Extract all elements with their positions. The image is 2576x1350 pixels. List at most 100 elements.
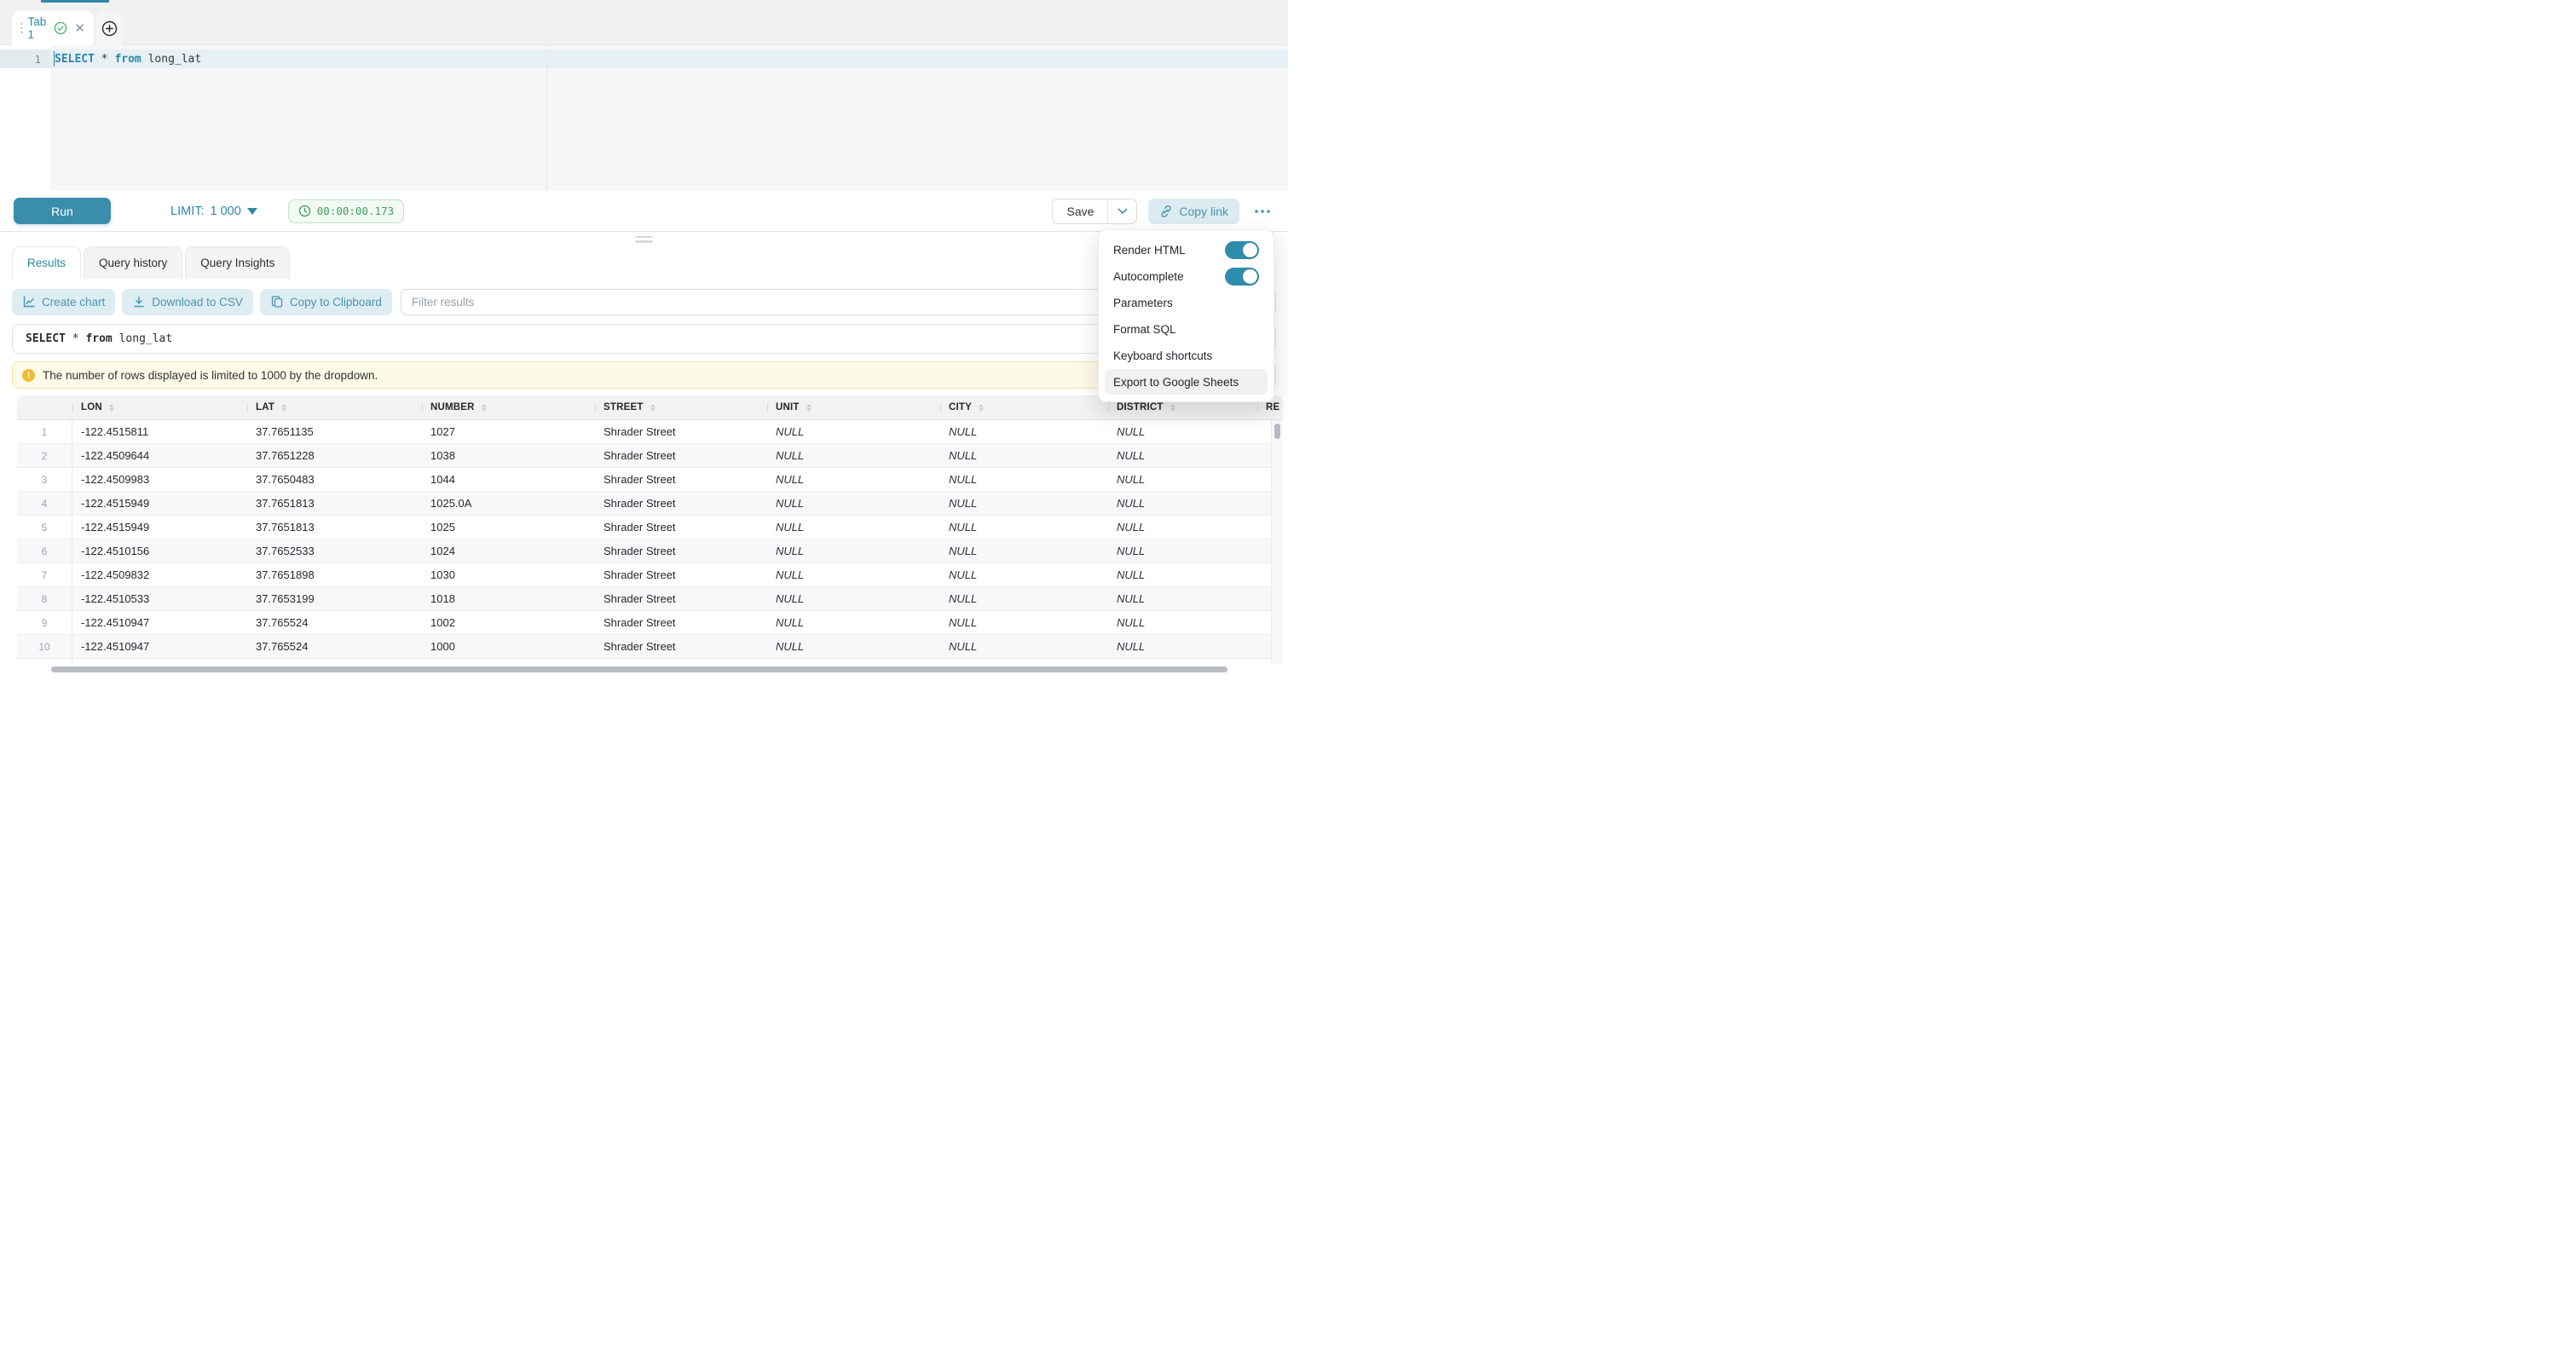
city-cell[interactable]: NULL bbox=[940, 420, 1108, 443]
row-number-cell[interactable]: 5 bbox=[17, 516, 72, 539]
district-cell[interactable]: NULL bbox=[1108, 492, 1257, 515]
city-cell[interactable]: NULL bbox=[940, 587, 1108, 610]
sort-icon[interactable] bbox=[109, 404, 114, 412]
street-cell[interactable]: Shrader Street bbox=[595, 587, 767, 610]
column-header-city[interactable]: CITY bbox=[940, 395, 1108, 419]
district-cell[interactable]: NULL bbox=[1108, 420, 1257, 443]
lon-cell[interactable]: -122.4515949 bbox=[72, 492, 247, 515]
lon-cell[interactable]: -122.4509832 bbox=[72, 563, 247, 586]
lat-cell[interactable]: 37.7651813 bbox=[247, 516, 422, 539]
unit-cell[interactable]: NULL bbox=[767, 444, 940, 467]
drag-handle-icon[interactable] bbox=[20, 23, 23, 34]
lat-cell[interactable]: 37.7651898 bbox=[247, 563, 422, 586]
row-number-cell[interactable]: 7 bbox=[17, 563, 72, 586]
city-cell[interactable]: NULL bbox=[940, 516, 1108, 539]
street-cell[interactable]: Shrader Street bbox=[595, 563, 767, 586]
district-cell[interactable]: NULL bbox=[1108, 444, 1257, 467]
number-cell[interactable]: 1018 bbox=[422, 587, 595, 610]
sort-icon[interactable] bbox=[650, 404, 656, 412]
district-cell[interactable]: NULL bbox=[1108, 635, 1257, 658]
results-tab[interactable]: Query history bbox=[84, 246, 182, 279]
menu-item[interactable]: Autocomplete bbox=[1105, 263, 1268, 289]
street-cell[interactable]: Shrader Street bbox=[595, 516, 767, 539]
sort-icon[interactable] bbox=[482, 404, 487, 412]
menu-item[interactable]: Format SQL bbox=[1105, 316, 1268, 342]
save-button[interactable]: Save bbox=[1053, 199, 1107, 223]
row-number-cell[interactable]: 3 bbox=[17, 468, 72, 491]
unit-cell[interactable]: NULL bbox=[767, 563, 940, 586]
row-number-cell[interactable]: 1 bbox=[17, 420, 72, 443]
lon-cell[interactable]: -122.4510533 bbox=[72, 587, 247, 610]
number-cell[interactable]: 1024 bbox=[422, 539, 595, 562]
sort-icon[interactable] bbox=[281, 404, 286, 412]
query-tab[interactable]: Tab 1 ✕ bbox=[12, 11, 94, 45]
sql-code-editor[interactable]: 1 SELECT * from long_lat bbox=[0, 45, 1288, 191]
menu-item[interactable]: Parameters bbox=[1105, 290, 1268, 315]
unit-cell[interactable]: NULL bbox=[767, 468, 940, 491]
city-cell[interactable]: NULL bbox=[940, 444, 1108, 467]
column-header-lon[interactable]: LON bbox=[72, 395, 247, 419]
results-tab[interactable]: Results bbox=[12, 246, 81, 279]
menu-item[interactable]: Export to Google Sheets bbox=[1105, 369, 1268, 395]
copy-link-button[interactable]: Copy link bbox=[1148, 199, 1239, 224]
limit-dropdown[interactable]: LIMIT: 1 000 bbox=[170, 205, 257, 218]
horizontal-scrollbar[interactable] bbox=[17, 664, 1283, 675]
number-cell[interactable]: 1030 bbox=[422, 563, 595, 586]
toggle-switch-on[interactable] bbox=[1225, 241, 1259, 259]
lat-cell[interactable]: 37.7651135 bbox=[247, 420, 422, 443]
run-button[interactable]: Run bbox=[14, 198, 111, 224]
lat-cell[interactable]: 37.765524 bbox=[247, 635, 422, 658]
district-cell[interactable]: NULL bbox=[1108, 539, 1257, 562]
lon-cell[interactable]: -122.4515949 bbox=[72, 516, 247, 539]
unit-cell[interactable]: NULL bbox=[767, 420, 940, 443]
number-cell[interactable]: 1025.0A bbox=[422, 492, 595, 515]
row-number-cell[interactable]: 8 bbox=[17, 587, 72, 610]
city-cell[interactable]: NULL bbox=[940, 539, 1108, 562]
number-cell[interactable]: 1025 bbox=[422, 516, 595, 539]
vertical-scrollbar-thumb[interactable] bbox=[1274, 424, 1280, 439]
street-cell[interactable]: Shrader Street bbox=[595, 635, 767, 658]
street-cell[interactable]: Shrader Street bbox=[595, 539, 767, 562]
close-tab-icon[interactable]: ✕ bbox=[74, 22, 85, 35]
sort-icon[interactable] bbox=[979, 404, 984, 412]
city-cell[interactable]: NULL bbox=[940, 611, 1108, 634]
district-cell[interactable]: NULL bbox=[1108, 587, 1257, 610]
sort-icon[interactable] bbox=[1170, 404, 1175, 412]
menu-item[interactable]: Render HTML bbox=[1105, 237, 1268, 262]
save-options-button[interactable] bbox=[1107, 199, 1136, 223]
lat-cell[interactable]: 37.7651228 bbox=[247, 444, 422, 467]
lon-cell[interactable]: -122.4509644 bbox=[72, 444, 247, 467]
number-cell[interactable]: 1038 bbox=[422, 444, 595, 467]
row-number-cell[interactable]: 10 bbox=[17, 635, 72, 658]
new-tab-button[interactable] bbox=[96, 11, 122, 45]
row-number-cell[interactable]: 9 bbox=[17, 611, 72, 634]
lat-cell[interactable]: 37.765524 bbox=[247, 611, 422, 634]
unit-cell[interactable]: NULL bbox=[767, 611, 940, 634]
row-number-cell[interactable]: 2 bbox=[17, 444, 72, 467]
lon-cell[interactable]: -122.4510947 bbox=[72, 611, 247, 634]
lon-cell[interactable]: -122.4510156 bbox=[72, 539, 247, 562]
district-cell[interactable]: NULL bbox=[1108, 611, 1257, 634]
number-cell[interactable]: 1044 bbox=[422, 468, 595, 491]
panel-resize-handle[interactable] bbox=[0, 232, 1288, 246]
number-cell[interactable]: 1002 bbox=[422, 611, 595, 634]
district-cell[interactable]: NULL bbox=[1108, 563, 1257, 586]
unit-cell[interactable]: NULL bbox=[767, 492, 940, 515]
street-cell[interactable]: Shrader Street bbox=[595, 611, 767, 634]
street-cell[interactable]: Shrader Street bbox=[595, 468, 767, 491]
sort-icon[interactable] bbox=[806, 404, 811, 412]
more-options-button[interactable] bbox=[1250, 207, 1274, 216]
results-tab[interactable]: Query Insights bbox=[185, 246, 290, 279]
column-header-street[interactable]: STREET bbox=[595, 395, 767, 419]
number-cell[interactable]: 1000 bbox=[422, 635, 595, 658]
lat-cell[interactable]: 37.7653199 bbox=[247, 587, 422, 610]
number-cell[interactable]: 1027 bbox=[422, 420, 595, 443]
toggle-switch-on[interactable] bbox=[1225, 268, 1259, 286]
unit-cell[interactable]: NULL bbox=[767, 516, 940, 539]
row-number-cell[interactable]: 4 bbox=[17, 492, 72, 515]
row-number-cell[interactable]: 6 bbox=[17, 539, 72, 562]
lon-cell[interactable]: -122.4515811 bbox=[72, 420, 247, 443]
street-cell[interactable]: Shrader Street bbox=[595, 492, 767, 515]
street-cell[interactable]: Shrader Street bbox=[595, 444, 767, 467]
lon-cell[interactable]: -122.4510947 bbox=[72, 635, 247, 658]
